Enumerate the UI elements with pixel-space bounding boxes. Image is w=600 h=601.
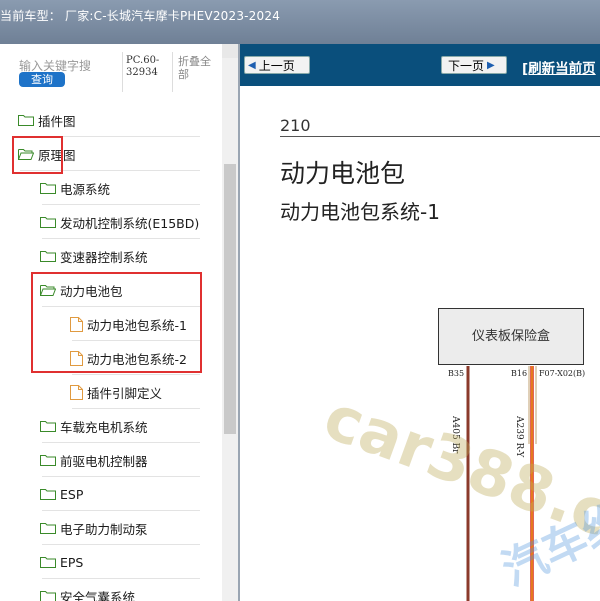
- tree-item[interactable]: ESP: [40, 479, 83, 509]
- tree-item[interactable]: 安全气囊系统: [40, 581, 135, 601]
- tree-item-label: 前驱电机控制器: [60, 453, 148, 469]
- folder-closed-icon: [40, 250, 56, 262]
- tree-separator: [42, 442, 200, 443]
- left-panel: 输入关键字搜 查询 PC.60-32934 折叠全部 插件图 原理图 电源系统 发动机…: [0, 44, 238, 601]
- highlight-box: [12, 136, 63, 174]
- document-viewer: ◀ 上一页 下一页 ▶ [刷新当前页 210 动力电池包 动力电池包系统-1 仪…: [240, 44, 600, 601]
- tree-item[interactable]: 电子助力制动泵: [40, 513, 148, 543]
- window-title: 当前车型： 厂家:C-长城汽车摩卡PHEV2023-2024: [0, 9, 281, 23]
- tree-item-label: ESP: [60, 486, 84, 502]
- tree-item-label: 电子助力制动泵: [60, 521, 148, 537]
- folder-closed-icon: [40, 590, 56, 601]
- folder-closed-icon: [40, 556, 56, 568]
- folder-closed-icon: [40, 454, 56, 466]
- tree-item[interactable]: 发动机控制系统(E15BD): [40, 207, 199, 237]
- tree-item-label: 电源系统: [60, 181, 111, 197]
- wire-label-left: A405 Br: [450, 416, 460, 454]
- scrollbar[interactable]: [222, 44, 238, 601]
- tree-separator: [42, 510, 200, 511]
- folder-closed-icon: [40, 216, 56, 228]
- tree-separator: [42, 544, 200, 545]
- doc-code: PC.60-32934: [126, 55, 160, 78]
- divider: [172, 52, 173, 92]
- search-area: 输入关键字搜 查询 PC.60-32934 折叠全部: [0, 44, 238, 102]
- divider: [122, 52, 123, 92]
- tree-separator: [42, 204, 200, 205]
- search-input[interactable]: 输入关键字搜: [19, 57, 97, 73]
- tree-separator: [72, 374, 200, 375]
- tree-item-label: 安全气囊系统: [60, 589, 136, 601]
- folder-closed-icon: [40, 182, 56, 194]
- tree-item-label: 变速器控制系统: [60, 249, 148, 265]
- query-button[interactable]: 查询: [19, 72, 65, 87]
- wire-label-right: A239 R-Y: [514, 416, 524, 458]
- folder-closed-icon: [40, 488, 56, 500]
- highlight-box: [31, 272, 202, 373]
- tree-separator: [42, 476, 200, 477]
- tree-item-label: 发动机控制系统(E15BD): [60, 215, 200, 231]
- tree-item-label: 车载充电机系统: [60, 419, 148, 435]
- folder-closed-icon: [18, 114, 34, 126]
- tree-item[interactable]: 前驱电机控制器: [40, 445, 148, 475]
- folder-closed-icon: [40, 420, 56, 432]
- tree-separator: [42, 238, 200, 239]
- folder-closed-icon: [40, 522, 56, 534]
- tree-item[interactable]: 变速器控制系统: [40, 241, 148, 271]
- tree-item[interactable]: 插件图: [18, 105, 76, 135]
- tree-item[interactable]: 电源系统: [40, 173, 110, 203]
- file-icon: [70, 384, 83, 400]
- wiring-diagram: [466, 366, 537, 601]
- tree-item-label: EPS: [60, 554, 84, 570]
- tree-item[interactable]: 车载充电机系统: [40, 411, 148, 441]
- tree-item[interactable]: EPS: [40, 547, 83, 577]
- tree-item-label: 插件引脚定义: [87, 385, 163, 401]
- fold-all-button[interactable]: 折叠全部: [178, 55, 216, 81]
- tree-item-label: 插件图: [38, 113, 76, 129]
- scrollbar-thumb[interactable]: [224, 164, 236, 434]
- tree-separator: [42, 578, 200, 579]
- tree-separator: [72, 408, 200, 409]
- tree-item[interactable]: 插件引脚定义: [70, 377, 162, 407]
- scroll-up-arrow[interactable]: [222, 44, 238, 58]
- title-bar: 当前车型： 厂家:C-长城汽车摩卡PHEV2023-2024: [0, 0, 600, 44]
